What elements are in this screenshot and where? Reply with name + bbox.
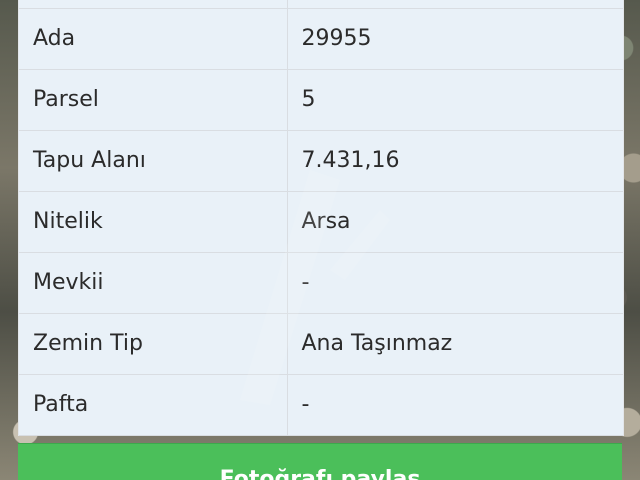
row-value: -	[287, 374, 623, 436]
table-row-zemin-tip: Zemin Tip Ana Taşınmaz	[19, 313, 623, 375]
table-row-nitelik: Nitelik Arsa	[19, 191, 623, 253]
table-row-parsel: Parsel 5	[19, 69, 623, 131]
parcel-info-panel: Ada 29955 Parsel 5 Tapu Alanı 7.431,16 N…	[18, 0, 624, 436]
row-label: Zemin Tip	[19, 313, 288, 375]
row-value: 5	[287, 69, 623, 131]
table-row-tapu-alani: Tapu Alanı 7.431,16	[19, 130, 623, 192]
row-label: Tapu Alanı	[19, 130, 288, 192]
row-label: Parsel	[19, 69, 288, 131]
row-label: Ada	[19, 8, 288, 70]
table-row-pafta: Pafta -	[19, 374, 623, 436]
row-value: Arsa	[287, 191, 623, 253]
row-value: Ana Taşınmaz	[287, 313, 623, 375]
row-label: Mevkii	[19, 252, 288, 314]
table-row-ada: Ada 29955	[19, 8, 623, 70]
share-photo-button[interactable]: Fotoğrafı paylaş	[18, 443, 622, 480]
row-label: Pafta	[19, 374, 288, 436]
table-row-partial	[19, 0, 623, 9]
row-value: 29955	[287, 8, 623, 70]
row-value: 7.431,16	[287, 130, 623, 192]
row-label: Nitelik	[19, 191, 288, 253]
row-value: -	[287, 252, 623, 314]
table-row-mevkii: Mevkii -	[19, 252, 623, 314]
parcel-info-table: Ada 29955 Parsel 5 Tapu Alanı 7.431,16 N…	[19, 0, 623, 436]
